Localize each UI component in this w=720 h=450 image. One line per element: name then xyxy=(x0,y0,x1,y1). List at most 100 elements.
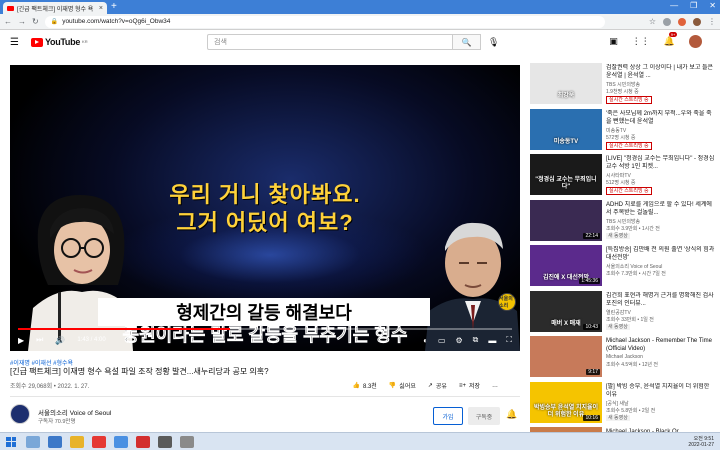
fullscreen-icon[interactable]: ⛶ xyxy=(506,335,512,345)
taskbar-app-icon[interactable] xyxy=(48,435,62,448)
share-arrow-icon: ↗ xyxy=(427,383,433,389)
video-player[interactable]: 우리 거니 찾아봐요. 그거 어딨어 여보? 형제간의 갈등 해결보다 동원이라… xyxy=(10,65,520,351)
taskbar-app-icon[interactable] xyxy=(180,435,194,448)
recommended-video[interactable]: 최강욱 검찰권력 상상 그 이상이다 | 내가 보고 들은 윤석열 | 윤석열 .… xyxy=(530,63,716,107)
recommended-channel-name[interactable]: 서울의소리 Voice of Seoul xyxy=(606,263,662,270)
bookmark-star-icon[interactable]: ☆ xyxy=(649,17,656,26)
youtube-logo[interactable]: YouTube KR xyxy=(30,37,88,47)
taskbar-app-icon[interactable] xyxy=(114,435,128,448)
recommended-video-title[interactable]: ADHD 치료를 게임으로 할 수 있다! 세계에서 주목받는 걸놀릴... xyxy=(606,201,716,217)
volume-icon[interactable]: 🔊 xyxy=(55,336,65,345)
video-thumbnail[interactable]: "정경심 교수는 무죄입니다" xyxy=(530,154,602,195)
account-avatar[interactable] xyxy=(689,35,702,48)
notification-bell-icon[interactable]: 🔔 xyxy=(506,409,517,420)
close-tab-icon[interactable]: × xyxy=(99,5,103,12)
recommended-video-title[interactable]: [팔] 박빙 승부, 윤석열 치지율이 더 위험한 이유 xyxy=(606,383,716,399)
next-video-icon[interactable]: ⏭ xyxy=(36,335,43,345)
recommended-video-title[interactable]: [특집방송] 김만배 전 의원 출연 '상식의 힘과 대선전망' xyxy=(606,246,716,262)
browser-tab-active[interactable]: [긴급 팩트체크] 이재명 형수 욕 × xyxy=(3,2,107,14)
recommended-channel-name[interactable]: 열린공감TV xyxy=(606,309,631,316)
recommended-channel-name[interactable]: 미송동TV xyxy=(606,127,626,134)
recommended-video-title[interactable]: [LIVE] "정경심 교수는 무죄입니다" - 정경심 교수 석방 1인 피켓… xyxy=(606,155,716,171)
create-video-icon[interactable]: ▣ xyxy=(609,36,618,47)
player-controls-right: ◐ ▭ ⚙ ⧉ ▬ ⛶ xyxy=(423,335,512,345)
settings-gear-icon[interactable]: ⚙ xyxy=(456,336,463,345)
recommended-channel-name[interactable]: 시사타파TV xyxy=(606,172,631,179)
recommended-channel-name[interactable]: TBS 시민의방송 xyxy=(606,81,640,88)
search-icon: 🔍 xyxy=(461,37,472,47)
video-thumbnail[interactable]: 22:14 xyxy=(530,199,602,241)
channel-name[interactable]: 서울의소리 Voice of Seoul xyxy=(38,407,111,417)
video-title: [긴급 팩트체크] 이재명 형수 욕설 파일 조작 정황 발견...새누리당과 … xyxy=(10,367,269,376)
menu-dots-icon[interactable]: ⋮ xyxy=(708,17,716,26)
recommended-video[interactable]: 김진애 X 대선전망 1:45:36 [특집방송] 김만배 전 의원 출연 '상식의… xyxy=(530,245,716,289)
forward-icon[interactable]: → xyxy=(18,17,26,26)
taskbar-app-icon[interactable] xyxy=(136,435,150,448)
recommended-video-title[interactable]: Michael Jackson - Remember The Time (Off… xyxy=(606,337,716,353)
recommended-video[interactable]: 22:14 ADHD 치료를 게임으로 할 수 있다! 세계에서 주목받는 걸놀릴… xyxy=(530,199,716,244)
recommended-video[interactable]: 매버 X 매재 10:43 김건희 표현과 해명거 근거를 명확해진 검사 포진의 … xyxy=(530,290,716,335)
hamburger-menu-icon[interactable]: ☰ xyxy=(10,37,19,48)
recommended-channel-name[interactable]: [공식] 새날 xyxy=(606,400,629,407)
browser-toolbar: ← → ↻ 🔒 youtube.com/watch?v=oQg6i_Obw34 … xyxy=(0,14,720,30)
recommended-video[interactable]: 박빙승부 윤석열 치지율이 더 위험한 이유 10:16 [팔] 박빙 승부, 윤석… xyxy=(530,381,716,426)
extension-icon[interactable] xyxy=(678,17,686,26)
voice-search-mic-icon[interactable]: 🎙 xyxy=(488,37,499,48)
duration-badge: 22:14 xyxy=(583,232,600,239)
play-icon[interactable]: ▶ xyxy=(18,336,24,345)
more-actions-button[interactable]: … xyxy=(492,383,498,389)
dislike-button[interactable]: 👎 싫어요 xyxy=(389,381,416,390)
subtitles-icon[interactable]: ▭ xyxy=(438,336,446,345)
youtube-header: ☰ YouTube KR 검색 🔍 🎙 ▣ ⋮⋮ 🔔 9+ xyxy=(0,30,720,54)
close-window-icon[interactable]: ✕ xyxy=(709,1,716,10)
extension-icon[interactable] xyxy=(663,17,671,26)
video-thumbnail[interactable]: 박빙승부 윤석열 치지율이 더 위험한 이유 10:16 xyxy=(530,381,602,423)
address-bar[interactable]: 🔒 youtube.com/watch?v=oQg6i_Obw34 xyxy=(44,15,605,28)
video-thumbnail[interactable]: 매버 X 매재 10:43 xyxy=(530,290,602,332)
recommended-video-meta: 572명 시청 중 xyxy=(606,134,636,141)
join-button[interactable]: 가입 xyxy=(433,407,463,425)
youtube-favicon-icon xyxy=(7,5,14,11)
system-clock: 오전 9:51 2022-01-27 xyxy=(688,436,714,448)
minimize-icon[interactable]: — xyxy=(670,1,678,10)
recommended-video-meta: 1.9천명 시청 중 xyxy=(606,89,639,95)
recommended-video-title[interactable]: 검찰권력 상상 그 이상이다 | 내가 보고 들은 윤석열 | 윤석열 ... xyxy=(606,64,716,80)
recommended-channel-name[interactable]: TBS 시민의방송 xyxy=(606,218,640,225)
recommended-video-title[interactable]: 김건희 표현과 해명거 근거를 명확해진 검사 포진의 인터뷰... xyxy=(606,292,716,308)
like-button[interactable]: 👍 8.3천 xyxy=(352,381,376,390)
reload-icon[interactable]: ↻ xyxy=(32,17,39,26)
thumbnail-caption: "정경심 교수는 무죄입니다" xyxy=(535,177,597,190)
progress-bar[interactable] xyxy=(18,328,512,330)
save-button[interactable]: ≡+ 저장 xyxy=(459,381,480,391)
new-tab-button[interactable]: + xyxy=(111,1,117,12)
maximize-icon[interactable]: ❐ xyxy=(690,1,697,10)
notifications-bell-icon[interactable]: 🔔 9+ xyxy=(664,32,678,47)
thumbs-up-icon: 👍 xyxy=(352,383,360,389)
taskbar-app-icon[interactable] xyxy=(92,435,106,448)
profile-icon[interactable] xyxy=(693,17,701,26)
share-button[interactable]: ↗ 공유 xyxy=(428,381,447,390)
channel-avatar[interactable] xyxy=(10,404,30,424)
video-thumbnail[interactable]: 김진애 X 대선전망 1:45:36 xyxy=(530,245,602,286)
windows-start-icon[interactable] xyxy=(6,436,16,447)
recommended-video[interactable]: "정경심 교수는 무죄입니다" [LIVE] "정경심 교수는 무죄입니다" - … xyxy=(530,154,716,198)
video-thumbnail[interactable]: 미송동TV xyxy=(530,108,602,150)
back-icon[interactable]: ← xyxy=(4,17,12,26)
recommended-video-title[interactable]: '죽은 사모님께 2m까지 부적...우와 죽을 죽을 뻔했는데 윤석열 xyxy=(606,110,716,126)
channel-watermark[interactable]: 서울의소리 xyxy=(498,293,516,311)
recommended-channel-name[interactable]: Michael Jackson xyxy=(606,354,643,360)
autoplay-toggle-icon[interactable]: ◐ xyxy=(423,336,428,345)
search-input[interactable]: 검색 xyxy=(207,34,453,50)
miniplayer-icon[interactable]: ⧉ xyxy=(473,335,479,345)
theater-mode-icon[interactable]: ▬ xyxy=(488,336,496,345)
video-thumbnail[interactable]: 9:17 xyxy=(530,336,602,377)
apps-grid-icon[interactable]: ⋮⋮ xyxy=(632,36,650,47)
taskbar-app-icon[interactable] xyxy=(70,435,84,448)
taskbar-app-icon[interactable] xyxy=(158,435,172,448)
search-button[interactable]: 🔍 xyxy=(453,34,481,50)
taskbar-app-icon[interactable] xyxy=(26,435,40,448)
recommended-video[interactable]: 미송동TV '죽은 사모님께 2m까지 부적...우와 죽을 죽을 뻔했는데 윤석… xyxy=(530,108,716,153)
subscribed-button[interactable]: 구독중 xyxy=(468,407,500,425)
video-thumbnail[interactable]: 최강욱 xyxy=(530,63,602,104)
recommended-video[interactable]: 9:17 Michael Jackson - Remember The Time … xyxy=(530,336,716,380)
